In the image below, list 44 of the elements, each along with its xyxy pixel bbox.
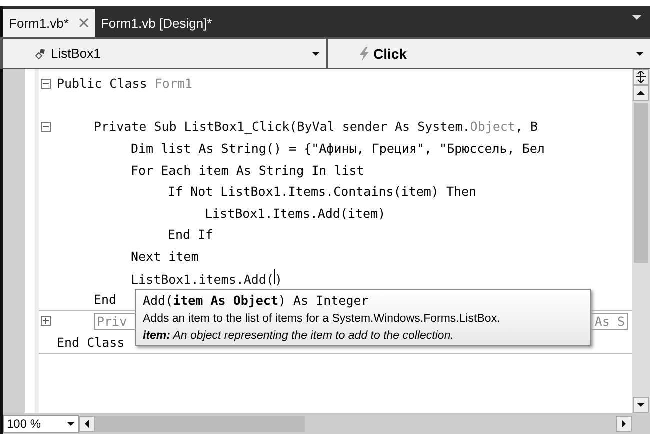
code-line: ListBox1.items.Add() [131,269,283,288]
split-icon[interactable] [633,69,649,85]
diamond-icon [33,46,47,60]
code-line: End [94,292,117,307]
arrow-down-icon [637,403,645,407]
caret-icon [67,422,75,426]
collapse-icon[interactable] [41,78,51,89]
arrow-left-icon [85,420,89,428]
event-dropdown[interactable]: Click [328,39,650,68]
caret-icon [636,52,644,56]
code-text: As S [594,314,625,329]
parameter-description: item: An object representing the item to add to the collection. [143,330,455,342]
code-line: Public Class Form1 [57,76,192,92]
code-line: ListBox1.Items.Add(item) [205,206,386,221]
arrow-right-icon [622,420,626,428]
scroll-thumb[interactable] [634,103,648,263]
close-icon[interactable] [78,18,89,28]
code-line: Next item [131,249,199,264]
editor-tab[interactable]: Form1.vb* [3,9,95,37]
expand-icon[interactable] [41,316,51,326]
method-description: Adds an item to the list of items for a System.Windows.Forms.ListBox. [143,313,502,325]
scroll-right-button[interactable] [616,416,632,432]
code-line: If Not ListBox1.Items.Contains(item) Then [168,184,477,200]
editor-tab[interactable]: Form1.vb [Design]* [94,9,218,37]
code-line: End If [168,227,214,242]
lightning-icon [358,46,370,60]
scroll-thumb[interactable] [95,416,305,432]
code-line: Dim list As String() = {"Афины, Греция", "Брюссель, Бел [131,141,545,156]
dropdown-arrow-icon[interactable] [632,15,642,20]
scroll-up-button[interactable] [633,85,649,101]
scroll-down-button[interactable] [633,397,649,413]
zoom-dropdown[interactable]: 100 % [3,414,79,432]
scroll-left-button[interactable] [79,416,95,432]
code-text: Priv [97,314,128,329]
vertical-scrollbar[interactable] [632,69,650,413]
horizontal-scrollbar[interactable] [79,414,632,432]
caret-icon [312,52,320,56]
method-signature: Add(item As Object) As Integer [143,293,370,308]
collapse-icon[interactable] [41,122,51,132]
code-line: For Each item As String In list [131,162,364,178]
code-line: End Class [57,334,125,350]
object-dropdown[interactable]: ListBox1 [3,39,326,68]
code-line: Private Sub ListBox1_Click(ByVal sender As System.Object, B [94,119,538,134]
arrow-up-icon [637,91,645,95]
